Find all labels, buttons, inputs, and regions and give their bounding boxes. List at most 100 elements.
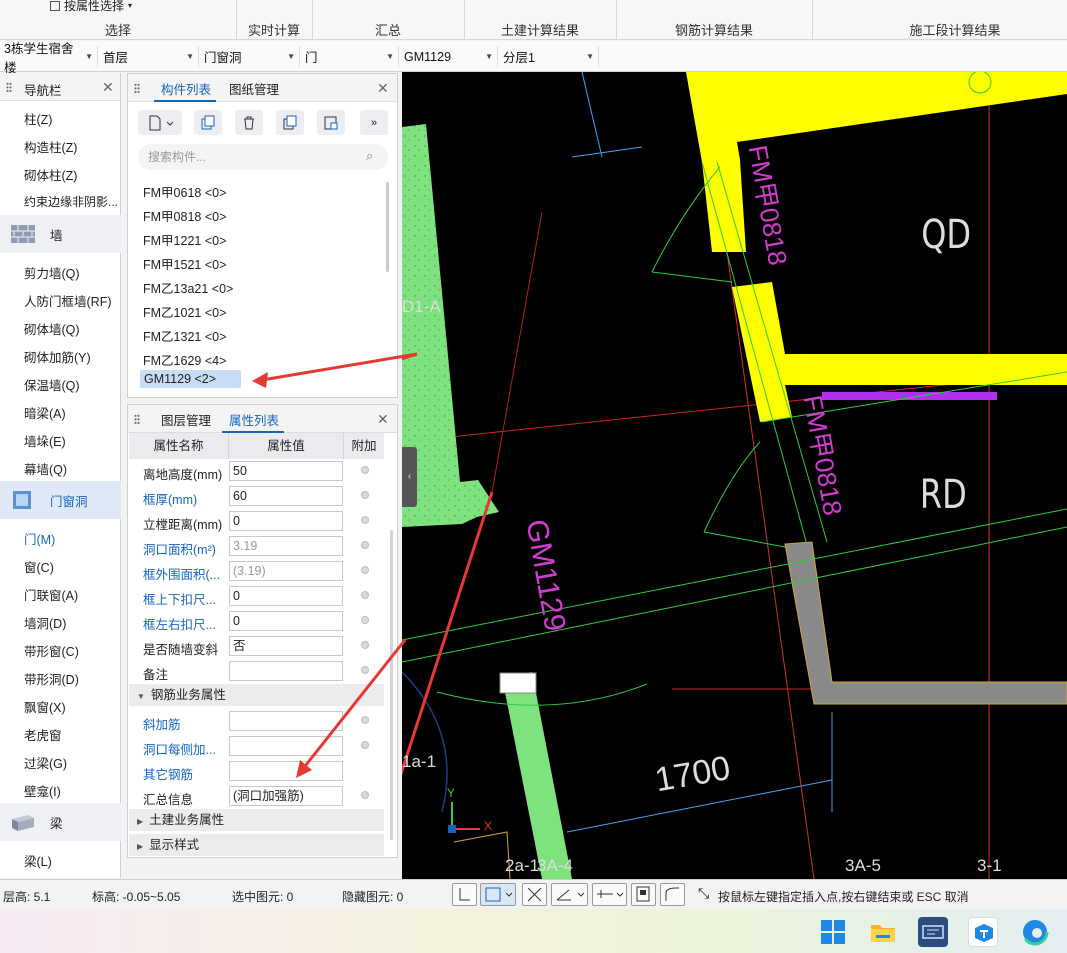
prop-value-frame-outer-area[interactable]: (3.19)	[229, 561, 343, 581]
attach-checkbox[interactable]	[361, 491, 369, 499]
component-item[interactable]: FM甲0618 <0>	[143, 182, 226, 201]
attach-checkbox[interactable]	[361, 741, 369, 749]
nav-item-hidden-beam[interactable]: 暗梁(A)	[24, 403, 66, 422]
file-explorer-icon[interactable]	[868, 917, 898, 947]
attach-checkbox[interactable]	[361, 791, 369, 799]
drag-grip-icon[interactable]	[6, 82, 12, 93]
drag-grip-icon[interactable]	[134, 414, 140, 425]
attach-checkbox[interactable]	[361, 466, 369, 474]
prop-value-opening-side-rebar[interactable]	[229, 736, 343, 756]
prop-value-diagonal-rebar[interactable]	[229, 711, 343, 731]
tab-drawing-management[interactable]: 图纸管理	[229, 79, 279, 98]
drag-grip-icon[interactable]	[134, 83, 140, 94]
nav-item-column[interactable]: 柱(Z)	[24, 109, 52, 128]
component-item[interactable]: FM甲1221 <0>	[143, 230, 226, 249]
section-civil-properties[interactable]: ▶ 土建业务属性	[129, 809, 384, 831]
nav-item-masonry-rebar[interactable]: 砌体加筋(Y)	[24, 347, 91, 366]
nav-item-window[interactable]: 窗(C)	[24, 557, 54, 576]
nav-item-civil-defense-wall[interactable]: 人防门框墙(RF)	[24, 291, 112, 310]
close-icon[interactable]: ✕	[377, 411, 389, 428]
category-select[interactable]: 门窗洞 ▼	[200, 46, 300, 67]
prop-value-opening-area[interactable]: 3.19	[229, 536, 343, 556]
tab-component-list[interactable]: 构件列表	[161, 79, 211, 98]
nav-item-insulation-wall[interactable]: 保温墙(Q)	[24, 375, 80, 394]
windows-start-icon[interactable]	[818, 917, 848, 947]
list-scrollbar[interactable]	[386, 182, 389, 272]
nav-item-door[interactable]: 门(M)	[24, 529, 55, 548]
type-select[interactable]: 门 ▼	[301, 46, 399, 67]
nav-item-masonry-wall[interactable]: 砌体墙(Q)	[24, 319, 80, 338]
building-select[interactable]: 3栋学生宿舍楼 ▼	[0, 42, 98, 75]
prop-value-remark[interactable]	[229, 661, 343, 681]
section-rebar-properties[interactable]: ▼ 钢筋业务属性	[129, 684, 384, 706]
nav-item-curtain-wall[interactable]: 幕墙(Q)	[24, 459, 67, 478]
delete-component-button[interactable]	[235, 110, 263, 135]
new-component-button[interactable]	[138, 110, 182, 135]
prop-value-frame-horizontal-deduct[interactable]: 0	[229, 611, 343, 631]
close-icon[interactable]: ✕	[377, 80, 389, 97]
prop-value-other-rebar[interactable]	[229, 761, 343, 781]
nav-category-beam[interactable]: 梁	[0, 803, 121, 841]
nav-item-lintel[interactable]: 过梁(G)	[24, 753, 67, 772]
ortho-button[interactable]	[452, 883, 477, 906]
prop-value-summary-info[interactable]: (洞口加强筋)	[229, 786, 343, 806]
panel-collapse-handle[interactable]: ‹	[402, 447, 417, 507]
nav-item-strip-window[interactable]: 带形窗(C)	[24, 641, 79, 660]
section-display-style[interactable]: ▶ 显示样式	[129, 834, 384, 856]
display-button[interactable]	[631, 883, 656, 906]
curve-button[interactable]	[660, 883, 685, 906]
layer-select[interactable]: 分层1 ▼	[499, 46, 599, 67]
angle-button[interactable]	[551, 883, 588, 906]
attach-checkbox[interactable]	[361, 591, 369, 599]
attach-checkbox[interactable]	[361, 641, 369, 649]
property-scrollbar[interactable]	[390, 530, 393, 840]
component-item[interactable]: FM乙1629 <4>	[143, 350, 226, 369]
nav-item-shear-wall[interactable]: 剪力墙(Q)	[24, 263, 80, 282]
snap-rect-button[interactable]	[480, 883, 516, 906]
nav-item-door-window[interactable]: 门联窗(A)	[24, 585, 78, 604]
component-item[interactable]: FM甲1521 <0>	[143, 254, 226, 273]
nav-category-wall[interactable]: 墙	[0, 215, 121, 253]
nav-item-wall-hole[interactable]: 墙洞(D)	[24, 613, 66, 632]
close-icon[interactable]: ✕	[102, 79, 114, 96]
tab-layer-management[interactable]: 图层管理	[161, 410, 211, 429]
layer-copy-button[interactable]	[276, 110, 304, 135]
attach-checkbox[interactable]	[361, 566, 369, 574]
attach-checkbox[interactable]	[361, 666, 369, 674]
nav-item-strip-hole[interactable]: 带形洞(D)	[24, 669, 79, 688]
nav-item-wall-pier[interactable]: 墙垛(E)	[24, 431, 66, 450]
component-item[interactable]: FM甲0818 <0>	[143, 206, 226, 225]
cross-button[interactable]	[522, 883, 547, 906]
filter-component-button[interactable]	[317, 110, 345, 135]
prop-value-frame-vertical-deduct[interactable]: 0	[229, 586, 343, 606]
attach-checkbox[interactable]	[361, 716, 369, 724]
component-item[interactable]: FM乙1021 <0>	[143, 302, 226, 321]
glodon-app-icon[interactable]	[968, 917, 998, 947]
prop-value-frame-distance[interactable]: 0	[229, 511, 343, 531]
select-by-property-button[interactable]: 按属性选择 ▾	[50, 0, 132, 14]
attach-checkbox[interactable]	[361, 616, 369, 624]
nav-item-niche[interactable]: 壁龛(I)	[24, 781, 61, 800]
component-item[interactable]: FM乙1321 <0>	[143, 326, 226, 345]
nav-item-constructional-column[interactable]: 构造柱(Z)	[24, 137, 77, 156]
dimension-button[interactable]	[592, 883, 627, 906]
cad-drawing-canvas[interactable]: QD RD FM甲0818 FM甲0818 GM1129 1700 D1-A 1…	[402, 72, 1067, 879]
component-item[interactable]: FM乙13a21 <0>	[143, 278, 233, 297]
nav-category-openings[interactable]: 门窗洞	[0, 481, 121, 519]
prop-value-ground-height[interactable]: 50	[229, 461, 343, 481]
floor-select[interactable]: 首层 ▼	[99, 46, 199, 67]
tab-property-list[interactable]: 属性列表	[229, 410, 279, 429]
nav-item-boundary[interactable]: 约束边缘非阴影...	[24, 193, 118, 210]
nav-item-beam[interactable]: 梁(L)	[24, 851, 52, 870]
nav-item-masonry-column[interactable]: 砌体柱(Z)	[24, 165, 77, 184]
component-select[interactable]: GM1129 ▼	[400, 46, 498, 67]
prop-value-frame-thickness[interactable]: 60	[229, 486, 343, 506]
attach-checkbox[interactable]	[361, 541, 369, 549]
expand-more-button[interactable]: »	[360, 110, 388, 135]
cad-app-icon[interactable]	[918, 917, 948, 947]
copy-component-button[interactable]	[194, 110, 222, 135]
nav-item-bay-window[interactable]: 飘窗(X)	[24, 697, 66, 716]
attach-checkbox[interactable]	[361, 516, 369, 524]
component-item-selected[interactable]: GM1129 <2>	[140, 370, 241, 388]
component-search-input[interactable]: 搜索构件...	[138, 144, 388, 170]
